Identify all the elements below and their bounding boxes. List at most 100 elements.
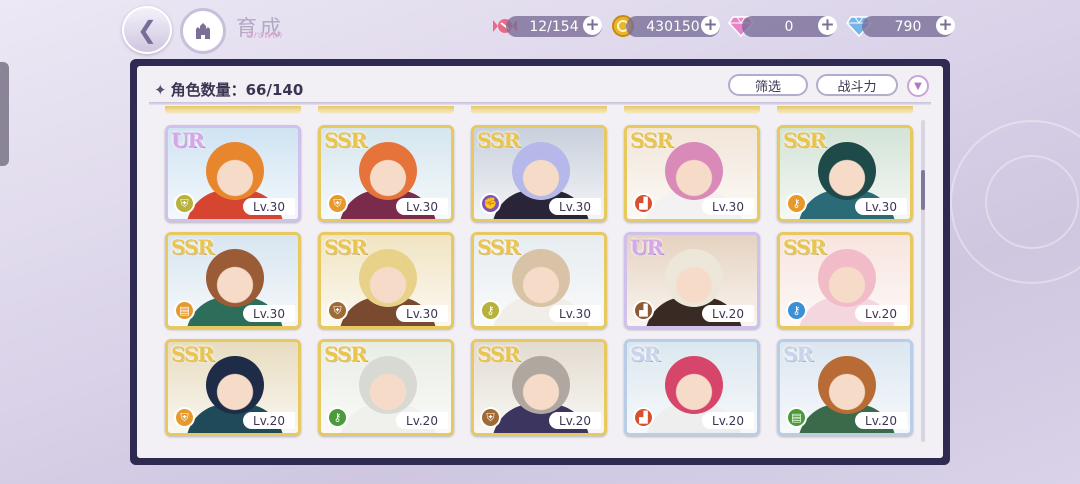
level-label: Lv.30 — [702, 198, 754, 215]
shield-icon: ⛨ — [480, 407, 501, 428]
character-card[interactable]: SSR ▟ Lv.30 — [624, 125, 760, 222]
character-card[interactable]: SSR ⛨ Lv.20 — [165, 339, 301, 436]
character-face — [359, 356, 417, 414]
back-arrow-icon: ❮ — [136, 16, 158, 44]
character-face — [818, 356, 876, 414]
level-label: Lv.20 — [243, 412, 295, 429]
character-card[interactable]: SSR ⛨ Lv.20 — [471, 339, 607, 436]
rarity-badge: SSR — [171, 235, 214, 259]
key-icon: ⚷ — [786, 193, 807, 214]
rarity-badge: SSR — [324, 342, 367, 366]
character-face — [665, 356, 723, 414]
chevron-down-icon: ▼ — [914, 80, 922, 92]
character-card[interactable]: SR ▤ Lv.20 — [777, 339, 913, 436]
character-card[interactable]: SSR ✊ Lv.30 — [471, 125, 607, 222]
header-divider — [149, 102, 931, 105]
partial-card — [777, 106, 913, 114]
character-face — [512, 249, 570, 307]
character-card[interactable]: SSR ⚷ Lv.30 — [471, 232, 607, 329]
book-icon: ▤ — [786, 407, 807, 428]
background-wheel-decoration-inner — [985, 155, 1079, 249]
page-title-script: Growth — [246, 30, 283, 41]
rarity-badge: UR — [630, 235, 663, 259]
character-card[interactable]: SSR ⚷ Lv.20 — [777, 232, 913, 329]
shield-icon: ⛨ — [174, 407, 195, 428]
side-drawer-handle[interactable] — [0, 62, 9, 166]
sparkle-icon: ✦ — [154, 81, 167, 99]
character-panel: ✦ 角色数量：66/140 筛选 战斗力 ▼ UR ⛨ Lv.30 SSR ⛨ Lv.30 S… — [130, 59, 950, 465]
scrollbar-thumb[interactable] — [921, 170, 925, 210]
character-card[interactable]: SSR ⛨ Lv.30 — [318, 232, 454, 329]
book-icon: ▤ — [174, 300, 195, 321]
gem-blue-add-button[interactable]: + — [936, 16, 955, 35]
rarity-badge: SSR — [630, 128, 673, 152]
partial-card — [318, 106, 454, 114]
character-face — [206, 356, 264, 414]
character-face — [206, 142, 264, 200]
fist-icon: ✊ — [480, 193, 501, 214]
character-face — [512, 356, 570, 414]
character-count-value: 66/140 — [245, 81, 304, 99]
character-face — [818, 142, 876, 200]
key-icon: ⚷ — [327, 407, 348, 428]
level-label: Lv.30 — [549, 305, 601, 322]
gold-add-button[interactable]: + — [701, 16, 720, 35]
level-label: Lv.20 — [855, 412, 907, 429]
level-label: Lv.20 — [549, 412, 601, 429]
character-card[interactable]: SSR ⚷ Lv.20 — [318, 339, 454, 436]
boot-icon: ▟ — [633, 407, 654, 428]
character-card[interactable]: SSR ▤ Lv.30 — [165, 232, 301, 329]
sort-button[interactable]: 战斗力 — [816, 74, 898, 96]
level-label: Lv.30 — [243, 198, 295, 215]
rarity-badge: SSR — [477, 235, 520, 259]
rarity-badge: SSR — [324, 128, 367, 152]
character-card[interactable]: SSR ⚷ Lv.30 — [777, 125, 913, 222]
level-label: Lv.20 — [855, 305, 907, 322]
castle-icon — [196, 23, 210, 39]
rarity-badge: SSR — [324, 235, 367, 259]
sort-order-toggle[interactable]: ▼ — [907, 75, 929, 97]
character-card[interactable]: UR ▟ Lv.20 — [624, 232, 760, 329]
rarity-badge: SSR — [477, 342, 520, 366]
character-card[interactable]: SR ▟ Lv.20 — [624, 339, 760, 436]
filter-button[interactable]: 筛选 — [728, 74, 808, 96]
boot-icon: ▟ — [633, 193, 654, 214]
rarity-badge: SSR — [171, 342, 214, 366]
shield-icon: ⛨ — [327, 193, 348, 214]
character-grid[interactable]: UR ⛨ Lv.30 SSR ⛨ Lv.30 SSR ✊ Lv.30 SSR ▟ Lv.30 SSR ⚷ L… — [137, 106, 922, 446]
level-label: Lv.30 — [396, 198, 448, 215]
partial-card — [471, 106, 607, 114]
candy-add-button[interactable]: + — [583, 16, 602, 35]
back-button[interactable]: ❮ — [122, 6, 172, 54]
character-face — [512, 142, 570, 200]
key-icon: ⚷ — [480, 300, 501, 321]
level-label: Lv.30 — [549, 198, 601, 215]
rarity-badge: SR — [783, 342, 813, 366]
rarity-badge: SR — [630, 342, 660, 366]
partial-card — [624, 106, 760, 114]
partial-card — [165, 106, 301, 114]
level-label: Lv.30 — [855, 198, 907, 215]
key-icon: ⚷ — [786, 300, 807, 321]
scrollbar-track[interactable] — [921, 120, 925, 442]
character-card[interactable]: UR ⛨ Lv.30 — [165, 125, 301, 222]
character-face — [665, 142, 723, 200]
character-face — [665, 249, 723, 307]
character-card[interactable]: SSR ⛨ Lv.30 — [318, 125, 454, 222]
level-label: Lv.20 — [702, 305, 754, 322]
shield-icon: ⛨ — [174, 193, 195, 214]
rarity-badge: SSR — [783, 128, 826, 152]
level-label: Lv.20 — [396, 412, 448, 429]
rarity-badge: SSR — [477, 128, 520, 152]
home-button[interactable] — [180, 8, 226, 54]
character-count-label: 角色数量： — [170, 81, 246, 99]
character-face — [359, 249, 417, 307]
character-count: ✦ 角色数量：66/140 — [154, 79, 303, 100]
level-label: Lv.30 — [396, 305, 448, 322]
character-face — [206, 249, 264, 307]
rarity-badge: SSR — [783, 235, 826, 259]
shield-icon: ⛨ — [327, 300, 348, 321]
boot-icon: ▟ — [633, 300, 654, 321]
character-panel-inner: ✦ 角色数量：66/140 筛选 战斗力 ▼ UR ⛨ Lv.30 SSR ⛨ Lv.30 S… — [137, 66, 943, 458]
gem-pink-add-button[interactable]: + — [818, 16, 837, 35]
